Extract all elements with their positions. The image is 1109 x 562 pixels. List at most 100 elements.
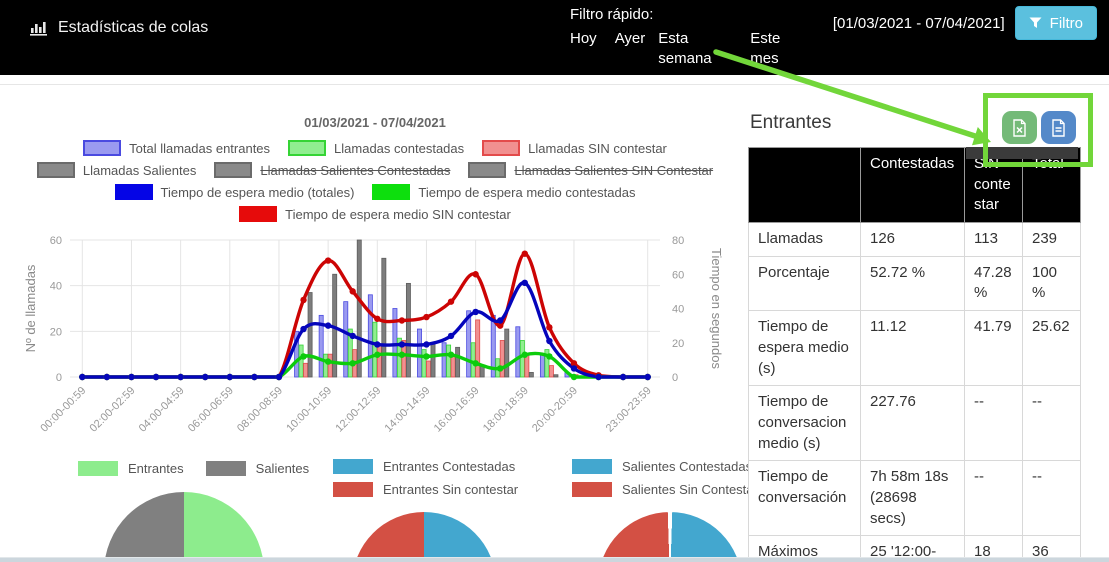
cell: -- xyxy=(1023,386,1081,461)
legend-item[interactable]: Tiempo de espera medio SIN contestar xyxy=(239,206,511,222)
legend-label: Llamadas Salientes Contestadas xyxy=(260,163,450,178)
pie-legend-swatch xyxy=(572,482,612,497)
column-header: Contestadas xyxy=(861,148,965,223)
legend-item[interactable]: Tiempo de espera medio (totales) xyxy=(115,184,355,200)
cell: 11.12 xyxy=(861,311,965,386)
legend-label: Tiempo de espera medio SIN contestar xyxy=(285,207,511,222)
app-title-group: Estadísticas de colas xyxy=(30,19,208,37)
quick-filter-esta-semana[interactable]: Esta semana xyxy=(658,29,720,69)
export-file-button[interactable] xyxy=(1041,111,1076,144)
export-buttons xyxy=(1002,111,1076,144)
column-header xyxy=(749,148,861,223)
legend-swatch xyxy=(239,206,277,222)
legend-label: Llamadas Salientes xyxy=(83,163,196,178)
quick-filter-hoy[interactable]: Hoy xyxy=(570,29,597,49)
legend-item[interactable]: Llamadas contestadas xyxy=(288,140,464,156)
legend-label: Tiempo de espera medio (totales) xyxy=(161,185,355,200)
pie-legend-label: Entrantes Contestadas xyxy=(383,459,515,474)
pie-legend-label: Entrantes Sin contestar xyxy=(383,482,518,497)
legend-label: Total llamadas entrantes xyxy=(129,141,270,156)
legend-item[interactable]: Total llamadas entrantes xyxy=(83,140,270,156)
legend-swatch xyxy=(214,162,252,178)
quick-filters: Hoy Ayer Esta semana Este mes xyxy=(570,29,840,69)
pie-entrantes-vs-salientes xyxy=(104,492,264,562)
cell: -- xyxy=(965,461,1023,536)
export-excel-button[interactable] xyxy=(1002,111,1037,144)
legend-label: Llamadas contestadas xyxy=(334,141,464,156)
table-row: Tiempo de conversación7h 58m 18s (28698 … xyxy=(749,461,1081,536)
legend-label: Llamadas SIN contestar xyxy=(528,141,667,156)
svg-text:40: 40 xyxy=(50,281,62,293)
cell: 126 xyxy=(861,223,965,257)
pie-legend-label: Entrantes xyxy=(128,461,184,476)
pie-legend-item[interactable]: Salientes xyxy=(206,461,309,476)
svg-text:00:00-00:59: 00:00-00:59 xyxy=(38,385,88,435)
svg-text:04:00-04:59: 04:00-04:59 xyxy=(137,385,187,435)
pie-salientes-contestadas xyxy=(598,512,742,562)
pie-legend-swatch xyxy=(206,461,246,476)
cell: -- xyxy=(965,386,1023,461)
svg-text:23:00-23:59: 23:00-23:59 xyxy=(604,385,654,435)
svg-text:0: 0 xyxy=(56,372,62,384)
svg-text:20: 20 xyxy=(672,338,684,350)
cell: -- xyxy=(1023,461,1081,536)
svg-text:60: 60 xyxy=(50,235,62,247)
svg-text:08:00-08:59: 08:00-08:59 xyxy=(235,385,285,435)
bar-chart-icon xyxy=(30,20,49,36)
pie-legend-label: Salientes xyxy=(256,461,309,476)
quick-filter-group: Filtro rápido: HoyAyerEsta semanaEste me… xyxy=(570,6,840,69)
date-range: [01/03/2021 - 07/04/2021] xyxy=(833,15,1005,32)
pie-legend-label: Salientes Contestadas xyxy=(622,459,752,474)
header-divider xyxy=(0,84,1109,85)
svg-text:80: 80 xyxy=(672,235,684,247)
pie-legend-swatch xyxy=(333,482,373,497)
row-label: Tiempo de espera medio (s) xyxy=(749,311,861,386)
quick-filter-este-mes[interactable]: Este mes xyxy=(750,29,798,69)
filter-button[interactable]: Filtro xyxy=(1015,6,1097,40)
legend-swatch xyxy=(468,162,506,178)
svg-text:12:00-12:59: 12:00-12:59 xyxy=(333,385,383,435)
table-row: Tiempo de espera medio (s)11.1241.7925.6… xyxy=(749,311,1081,386)
file-excel-icon xyxy=(1012,119,1027,137)
legend-swatch xyxy=(115,184,153,200)
svg-text:60: 60 xyxy=(672,269,684,281)
svg-text:40: 40 xyxy=(672,304,684,316)
svg-text:18:00-18:59: 18:00-18:59 xyxy=(481,385,531,435)
legend-item[interactable]: Llamadas Salientes Contestadas xyxy=(214,162,450,178)
legend-item[interactable]: Llamadas Salientes SIN Contestar xyxy=(468,162,713,178)
pie-entrantes-contestadas xyxy=(352,512,496,562)
legend-swatch xyxy=(37,162,75,178)
pie-legend-item[interactable]: Salientes Contestadas xyxy=(572,459,752,474)
pie-legend-item[interactable]: Salientes Sin Contestar xyxy=(572,482,758,497)
row-label: Llamadas xyxy=(749,223,861,257)
horizontal-scrollbar[interactable] xyxy=(0,557,1109,562)
legend-label: Tiempo de espera medio contestadas xyxy=(418,185,635,200)
combo-chart: 020406002040608000:00-00:5902:00-02:5904… xyxy=(15,232,735,467)
pie-legend-item[interactable]: Entrantes xyxy=(78,461,184,476)
cell: 41.79 xyxy=(965,311,1023,386)
table-row: Tiempo de conversacion medio (s)227.76--… xyxy=(749,386,1081,461)
legend-item[interactable]: Llamadas Salientes xyxy=(37,162,196,178)
table-row: Porcentaje52.72 %47.28 %100 % xyxy=(749,256,1081,310)
cell: 227.76 xyxy=(861,386,965,461)
pie-legend-entrantes-salientes: Entrantes Salientes xyxy=(78,461,309,476)
table-header-strip xyxy=(966,147,1078,159)
svg-text:0: 0 xyxy=(672,372,678,384)
chart-legend: Total llamadas entrantes Llamadas contest… xyxy=(20,139,730,223)
svg-text:06:00-06:59: 06:00-06:59 xyxy=(186,385,236,435)
chart-title: 01/03/2021 - 07/04/2021 xyxy=(20,115,730,130)
cell: 7h 58m 18s (28698 secs) xyxy=(861,461,965,536)
pie-legend-entrantes: Entrantes Contestadas Entrantes Sin conte… xyxy=(333,459,518,497)
header-right: [01/03/2021 - 07/04/2021] Filtro xyxy=(833,6,1097,40)
row-label: Tiempo de conversacion medio (s) xyxy=(749,386,861,461)
legend-item[interactable]: Llamadas SIN contestar xyxy=(482,140,667,156)
pie-legend-item[interactable]: Entrantes Sin contestar xyxy=(333,482,518,497)
pie-legend-item[interactable]: Entrantes Contestadas xyxy=(333,459,515,474)
svg-text:20: 20 xyxy=(50,326,62,338)
table-row: Llamadas126113239 xyxy=(749,223,1081,257)
pie-legend-swatch xyxy=(78,461,118,476)
legend-item[interactable]: Tiempo de espera medio contestadas xyxy=(372,184,635,200)
quick-filter-ayer[interactable]: Ayer xyxy=(615,29,646,49)
funnel-icon xyxy=(1029,17,1042,29)
pie-legend-swatch xyxy=(572,459,612,474)
